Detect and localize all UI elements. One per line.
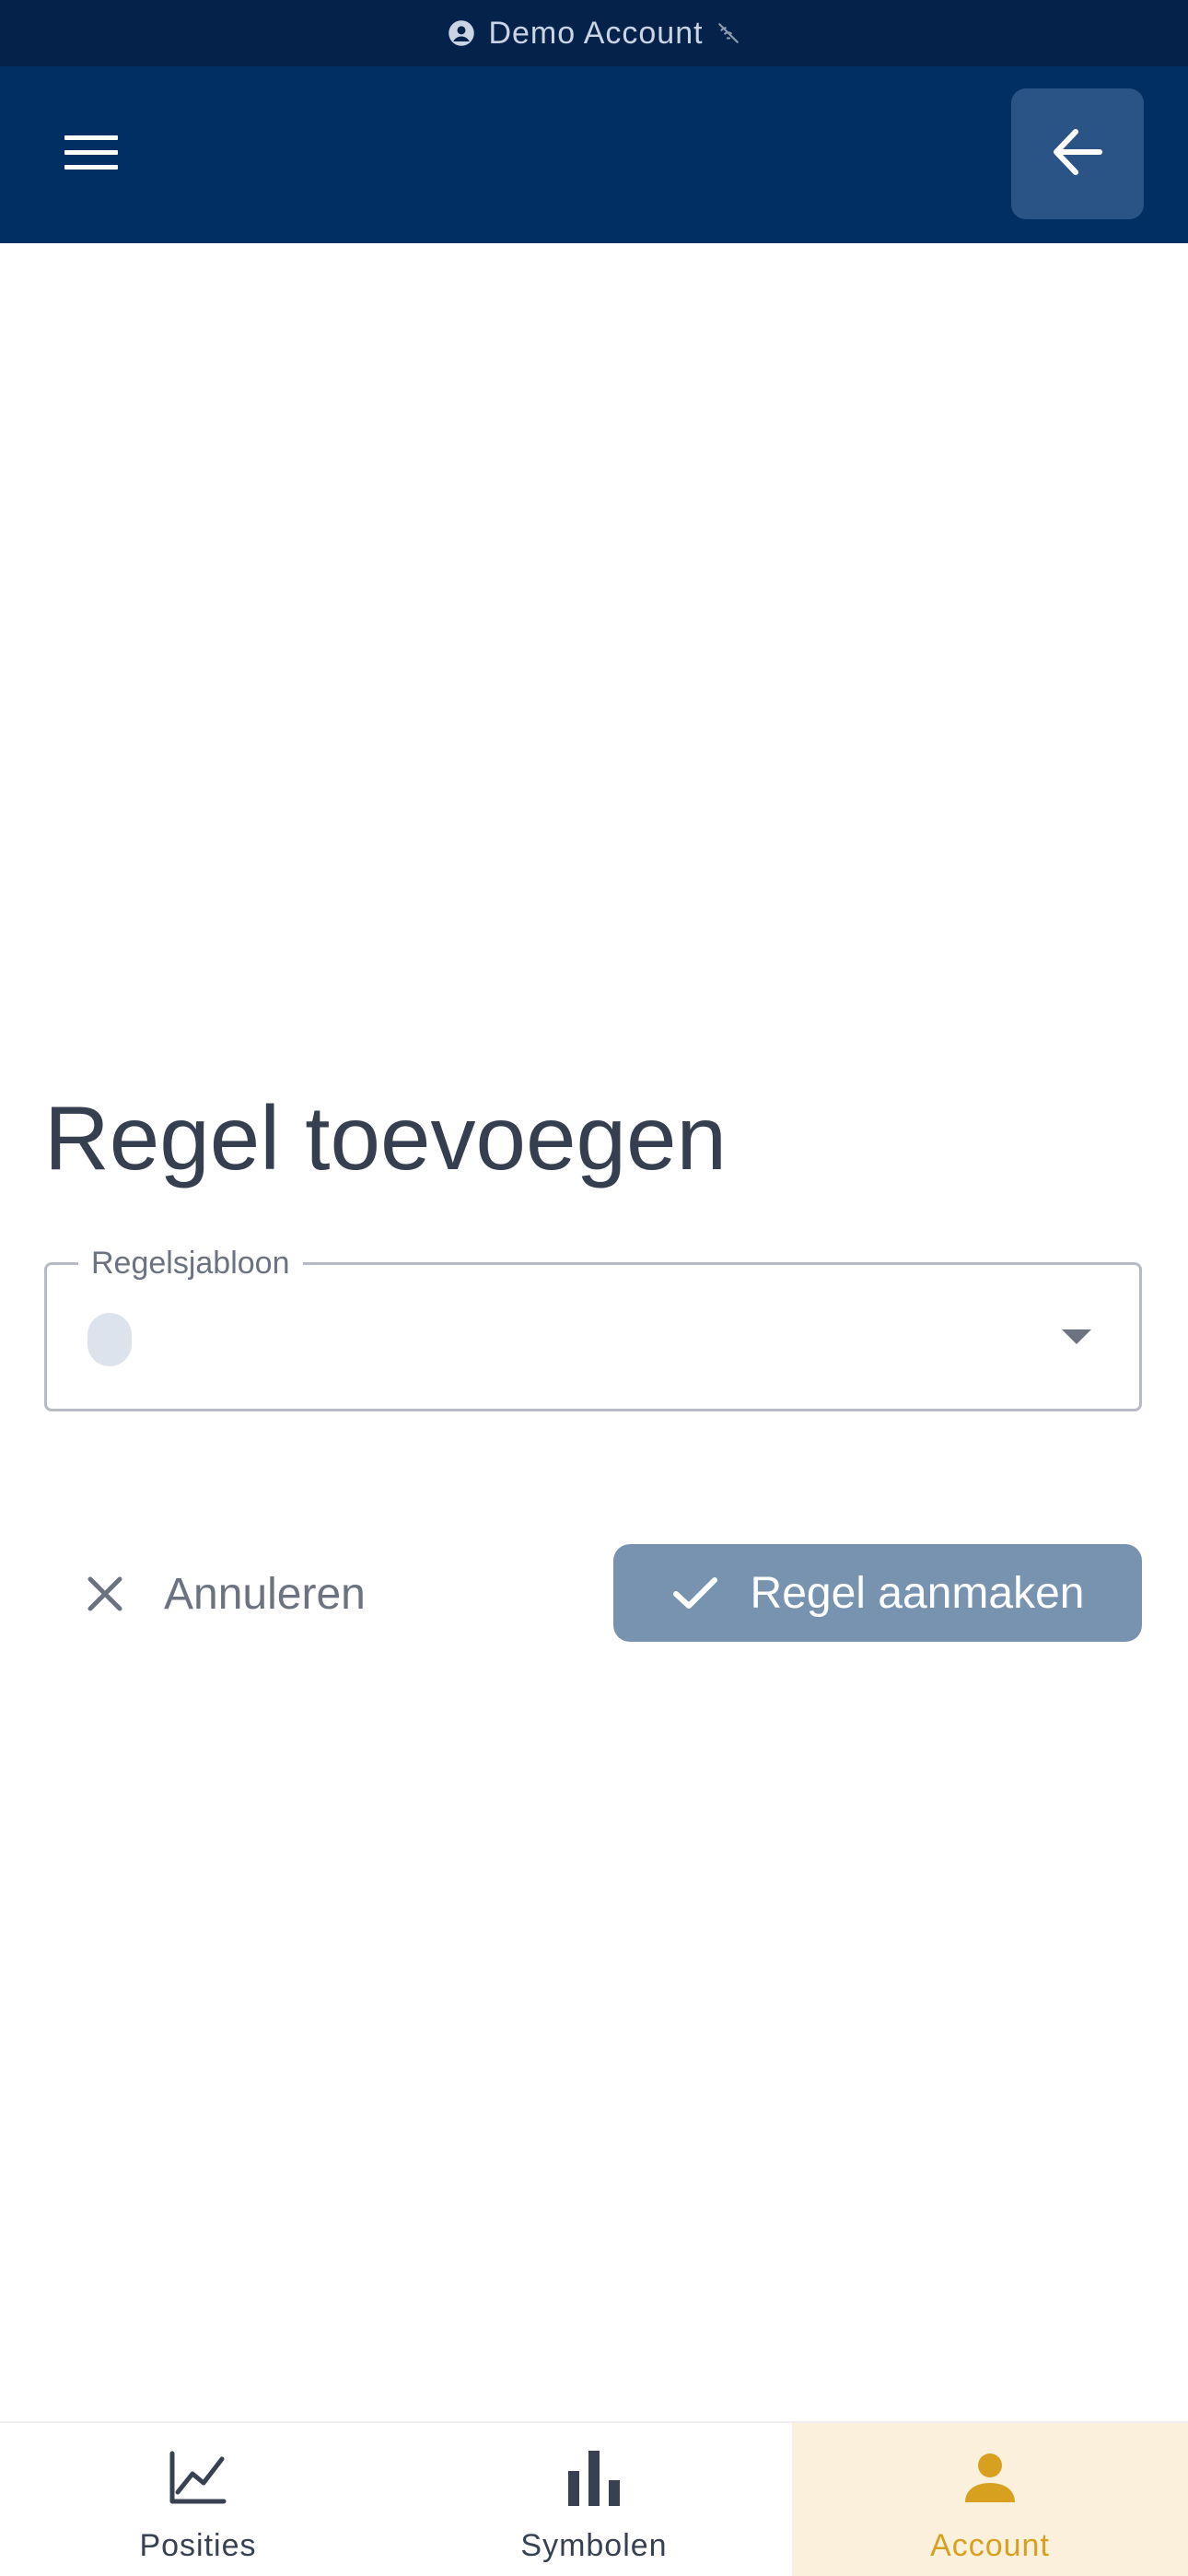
nav-label-symbolen: Symbolen: [520, 2528, 668, 2563]
rule-template-select[interactable]: Regelsjabloon: [44, 1243, 1142, 1411]
cancel-button[interactable]: Annuleren: [85, 1548, 366, 1640]
account-circle-icon: [448, 19, 475, 47]
app-header: [0, 66, 1188, 243]
arrow-left-icon: [1052, 128, 1103, 181]
demo-account-banner: Demo Account: [0, 0, 1188, 66]
rule-template-label: Regelsjabloon: [78, 1243, 303, 1283]
bar-chart-icon: [562, 2445, 626, 2510]
nav-label-account: Account: [930, 2528, 1050, 2563]
demo-account-label: Demo Account: [488, 15, 704, 51]
nav-item-account[interactable]: Account: [792, 2423, 1188, 2576]
back-button[interactable]: [1011, 88, 1144, 219]
close-icon: [85, 1574, 125, 1614]
nav-label-posities: Posities: [139, 2528, 257, 2563]
page-title: Regel toevoegen: [44, 1087, 728, 1188]
create-rule-button[interactable]: Regel aanmaken: [613, 1544, 1142, 1642]
nav-item-posities[interactable]: Posities: [0, 2423, 396, 2576]
cancel-button-label: Annuleren: [164, 1569, 366, 1619]
check-icon: [671, 1569, 719, 1617]
wifi-off-icon: [716, 21, 740, 45]
menu-button[interactable]: [64, 112, 157, 197]
line-chart-icon: [166, 2445, 230, 2510]
nav-item-symbolen[interactable]: Symbolen: [396, 2423, 792, 2576]
create-rule-button-label: Regel aanmaken: [750, 1568, 1085, 1618]
person-icon: [958, 2445, 1022, 2510]
bottom-navigation: Posities Symbolen Account: [0, 2421, 1188, 2576]
rule-template-value-placeholder: [87, 1313, 132, 1366]
caret-down-icon[interactable]: [1060, 1328, 1093, 1346]
hamburger-menu-icon: [64, 134, 118, 177]
